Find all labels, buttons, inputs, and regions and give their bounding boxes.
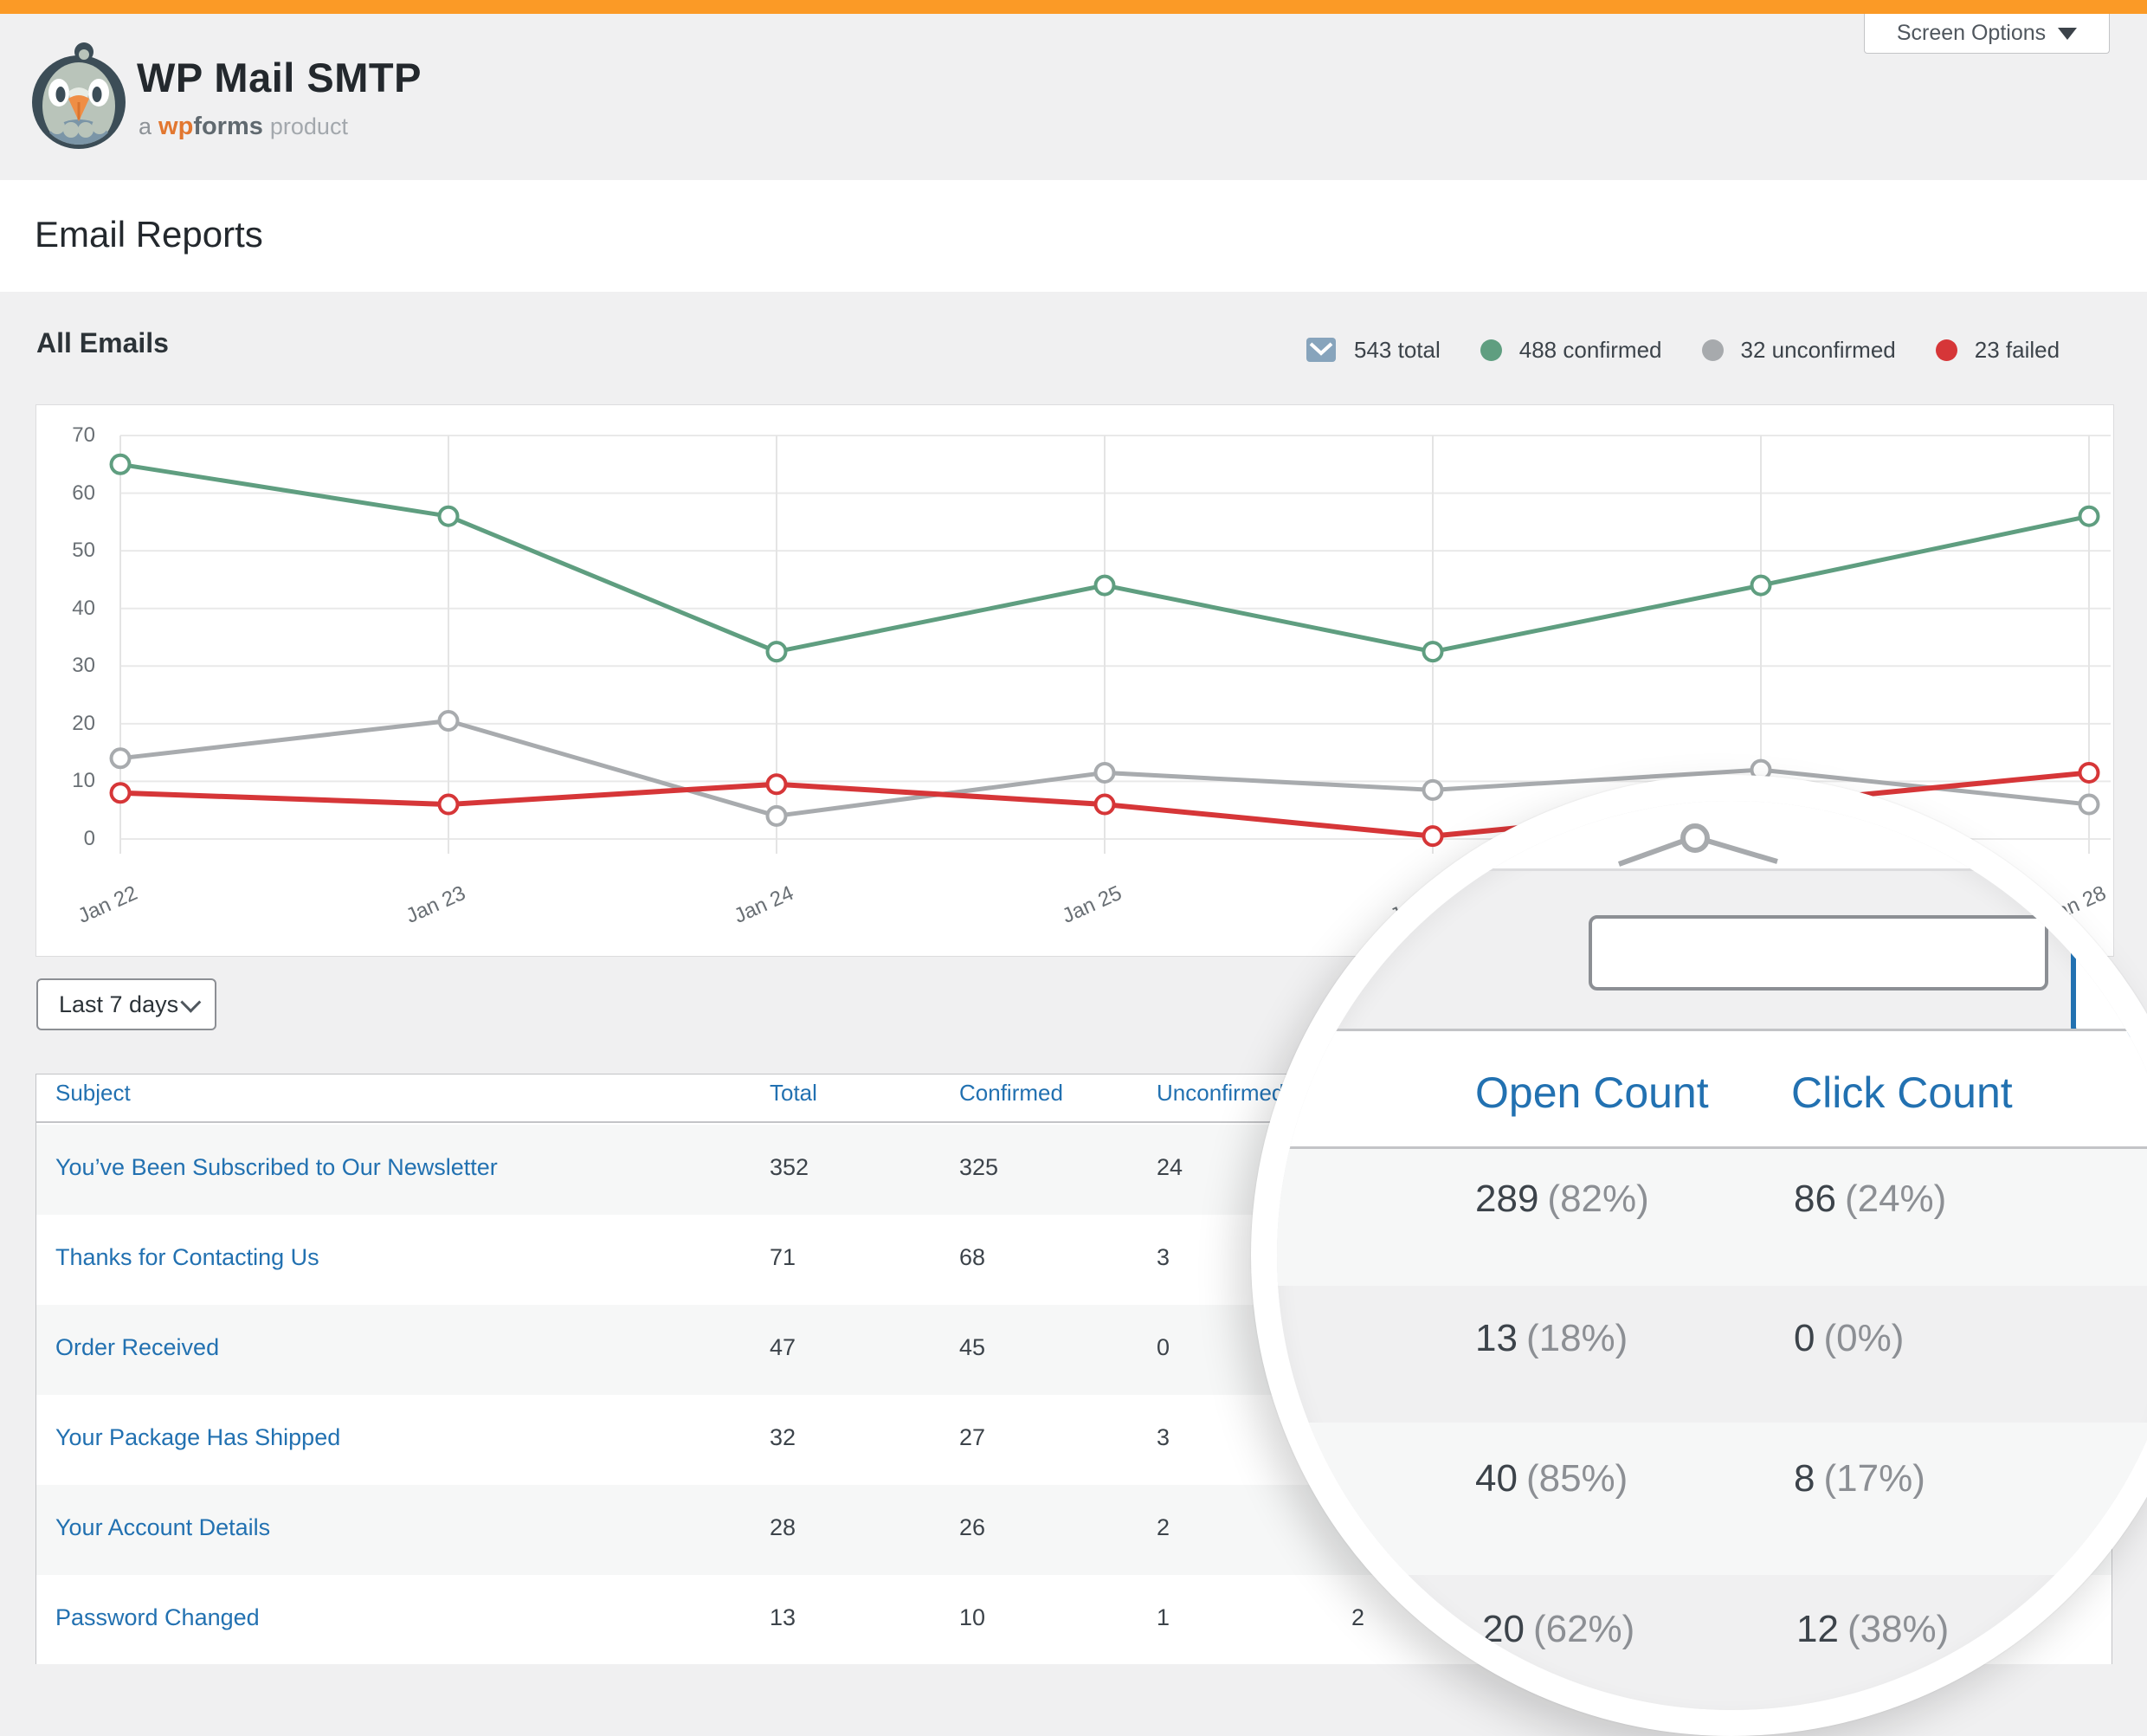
total-cell: 71 [770,1244,796,1271]
legend-label: 23 failed [1975,337,2060,364]
subject-link[interactable]: Order Received [55,1334,219,1361]
y-axis-tick: 30 [43,653,95,679]
chart-legend: 543 total 488 confirmed 32 unconfirmed 2… [1306,331,2128,369]
legend-item-failed: 23 failed [1936,337,2060,364]
sub-a: a [139,113,152,140]
unconfirmed-cell: 1 [1157,1604,1170,1631]
column-header-subject[interactable]: Subject [55,1080,131,1107]
unconfirmed-cell: 0 [1157,1334,1170,1361]
y-axis-tick: 50 [43,538,95,564]
confirmed-cell: 10 [959,1604,985,1631]
column-header-unconfirmed[interactable]: Unconfirmed [1157,1080,1284,1107]
click-count-value: 0 [1794,1317,1815,1359]
date-range-select[interactable]: Last 7 days [36,978,216,1030]
click-count-pct: (17%) [1823,1457,1925,1500]
y-axis-tick: 60 [43,481,95,507]
brand-subtitle: a wp forms product [139,113,348,141]
red-dot-icon [1936,339,1957,361]
confirmed-cell: 68 [959,1244,985,1271]
mail-icon [1306,337,1337,363]
unconfirmed-cell: 3 [1157,1244,1170,1271]
open-count-pct: (82%) [1547,1178,1648,1220]
page-title: Email Reports [35,214,263,255]
date-range-value: Last 7 days [59,991,178,1018]
y-axis-tick: 40 [43,596,95,622]
screen-options-button[interactable]: Screen Options [1864,14,2110,54]
unconfirmed-cell: 2 [1157,1514,1170,1541]
confirmed-cell: 26 [959,1514,985,1541]
legend-item-total: 543 total [1306,337,1441,364]
confirmed-cell: 27 [959,1424,985,1451]
wp-mail-smtp-logo [31,38,126,152]
green-dot-icon [1480,339,1502,361]
click-count-value: 8 [1794,1457,1815,1500]
y-axis-tick: 20 [43,711,95,737]
legend-label: 32 unconfirmed [1741,337,1896,364]
legend-item-confirmed: 488 confirmed [1480,337,1662,364]
confirmed-cell: 45 [959,1334,985,1361]
legend-item-unconfirmed: 32 unconfirmed [1702,337,1896,364]
open-count-value: 20 [1482,1608,1525,1650]
chevron-down-icon [2058,28,2077,40]
magnified-chart-area [1277,801,2147,868]
unconfirmed-cell: 3 [1157,1424,1170,1451]
total-cell: 28 [770,1514,796,1541]
click-count-pct: (38%) [1847,1608,1949,1650]
y-axis-tick: 70 [43,423,95,449]
column-header-open-count: Open Count [1475,1068,1709,1118]
magnified-search-button [2071,933,2147,1037]
click-count-pct: (0%) [1823,1317,1904,1359]
total-cell: 352 [770,1154,809,1181]
gray-dot-icon [1702,339,1724,361]
subject-link[interactable]: Thanks for Contacting Us [55,1244,319,1271]
open-count-value: 40 [1475,1457,1518,1500]
legend-label: 488 confirmed [1519,337,1662,364]
subject-link[interactable]: Your Package Has Shipped [55,1424,340,1451]
sub-forms: forms [193,113,263,141]
open-count-value: 13 [1475,1317,1518,1359]
total-cell: 32 [770,1424,796,1451]
magnified-row: 13(18%) 0(0%) [1277,1286,2147,1423]
page-title-band [0,180,2147,292]
total-cell: 13 [770,1604,796,1631]
open-count-value: 289 [1475,1178,1538,1220]
magnified-table-header: Open Count Click Count [1277,1031,2147,1149]
subject-link[interactable]: Password Changed [55,1604,260,1631]
column-header-confirmed[interactable]: Confirmed [959,1080,1063,1107]
brand-title: WP Mail SMTP [137,54,422,101]
confirmed-cell: 325 [959,1154,998,1181]
open-count-pct: (18%) [1526,1317,1628,1359]
section-title-all-emails: All Emails [36,327,169,359]
top-accent-bar [0,0,2147,14]
unconfirmed-cell: 24 [1157,1154,1183,1181]
magnified-gray-point [1683,826,1707,850]
sub-product: product [270,113,348,140]
magnified-row: 20(62%) 12(38%) [1277,1575,2147,1710]
subject-link[interactable]: You’ve Been Subscribed to Our Newsletter [55,1154,498,1181]
magnified-chart-border [1277,868,2147,871]
open-count-pct: (62%) [1533,1608,1634,1650]
magnified-row: 289(82%) 86(24%) [1277,1149,2147,1286]
y-axis-tick: 10 [43,768,95,794]
magnified-row: 40(85%) 8(17%) [1277,1423,2147,1575]
chevron-down-icon [180,991,201,1012]
total-cell: 47 [770,1334,796,1361]
legend-label: 543 total [1354,337,1441,364]
y-axis-tick: 0 [43,826,95,852]
click-count-pct: (24%) [1845,1178,1946,1220]
subject-link[interactable]: Your Account Details [55,1514,270,1541]
magnifier-content: Open Count Click Count 289(82%) 86(24%) … [1277,801,2147,1710]
sub-wp: wp [158,113,193,141]
click-count-value: 12 [1796,1608,1839,1650]
column-header-total[interactable]: Total [770,1080,817,1107]
magnified-search-input [1589,915,2048,991]
open-count-pct: (85%) [1526,1457,1628,1500]
column-header-click-count: Click Count [1791,1068,2013,1118]
click-count-value: 86 [1794,1178,1836,1220]
screen-options-label: Screen Options [1897,21,2046,46]
